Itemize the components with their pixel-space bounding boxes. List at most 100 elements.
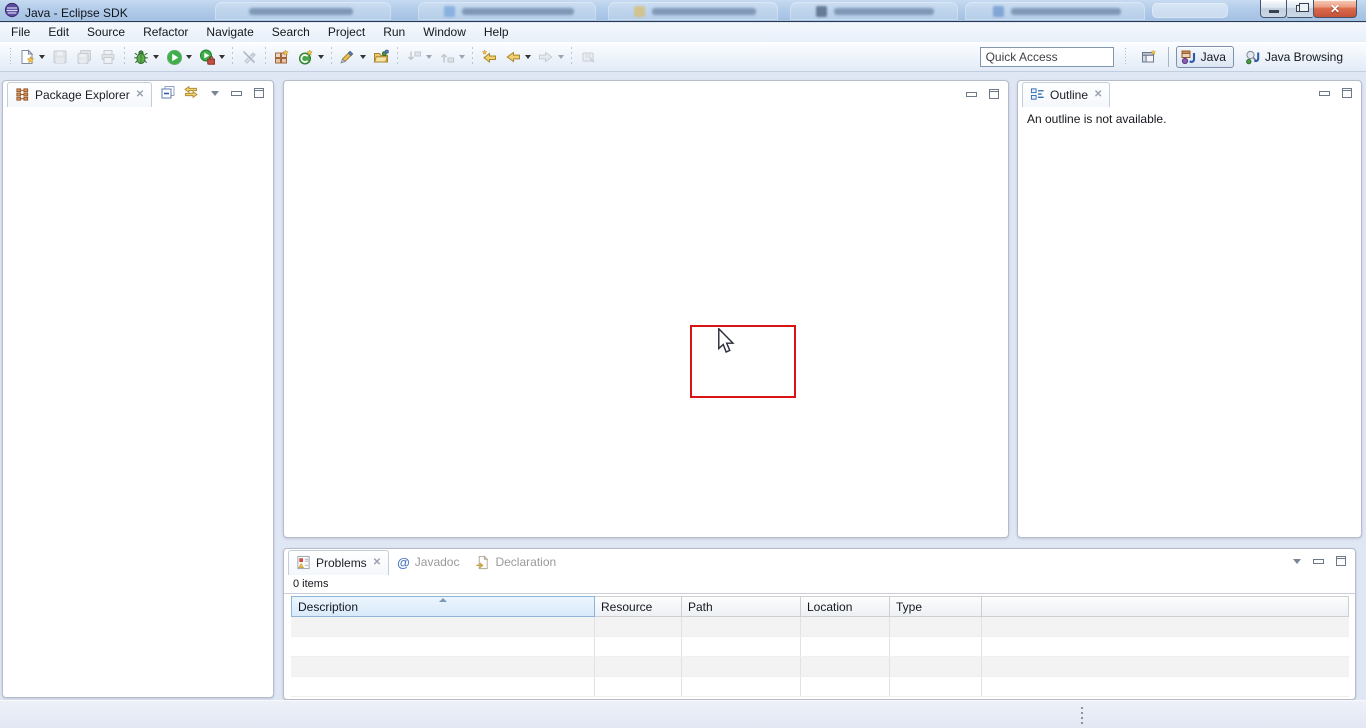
next-annotation-icon <box>406 49 422 65</box>
minimize-editor-icon[interactable] <box>966 92 977 97</box>
quick-access-input[interactable] <box>980 47 1114 67</box>
print-button[interactable] <box>96 45 120 69</box>
column-header-location[interactable]: Location <box>801 596 890 617</box>
external-tools-dropdown[interactable] <box>219 55 225 59</box>
declaration-icon <box>475 555 490 570</box>
problems-view: Problems ✕ @ Javadoc Declaration <box>283 548 1356 700</box>
link-with-editor-button[interactable] <box>183 84 199 105</box>
background-browser-tab <box>965 2 1145 20</box>
main-toolbar: Java Java Browsing <box>0 42 1366 72</box>
debug-dropdown[interactable] <box>153 55 159 59</box>
restore-button[interactable] <box>1287 0 1313 18</box>
open-type-button[interactable] <box>369 45 393 69</box>
save-all-button[interactable] <box>72 45 96 69</box>
next-annotation-dropdown[interactable] <box>426 55 432 59</box>
column-header-description[interactable]: Description <box>291 596 595 617</box>
view-menu-icon[interactable] <box>1293 559 1301 564</box>
menu-help[interactable]: Help <box>475 23 518 42</box>
package-explorer-header: Package Explorer ✕ <box>3 81 273 107</box>
eclipse-window: Java - Eclipse SDK ✕ File Edit Source Re… <box>0 0 1366 728</box>
menu-edit[interactable]: Edit <box>39 23 78 42</box>
forward-dropdown[interactable] <box>558 55 564 59</box>
package-explorer-icon <box>15 87 30 102</box>
previous-annotation-button[interactable] <box>435 45 459 69</box>
perspective-java-label: Java <box>1201 50 1226 64</box>
status-bar-grip[interactable] <box>1081 707 1084 725</box>
external-tools-button[interactable] <box>195 45 219 69</box>
menu-file[interactable]: File <box>2 23 39 42</box>
search-dropdown[interactable] <box>360 55 366 59</box>
new-java-project-button[interactable] <box>270 45 294 69</box>
perspective-java-button[interactable]: Java <box>1176 46 1234 68</box>
run-dropdown[interactable] <box>186 55 192 59</box>
maximize-view-icon[interactable] <box>1336 556 1346 566</box>
tab-close-icon[interactable]: ✕ <box>136 90 144 100</box>
toolbar-separator <box>471 47 474 67</box>
minimize-view-icon[interactable] <box>1313 559 1324 564</box>
tab-outline[interactable]: Outline ✕ <box>1022 82 1110 107</box>
new-java-class-button[interactable] <box>294 45 318 69</box>
menu-navigate[interactable]: Navigate <box>197 23 262 42</box>
new-java-class-dropdown[interactable] <box>318 55 324 59</box>
java-perspective-icon <box>1181 49 1197 65</box>
previous-annotation-dropdown[interactable] <box>459 55 465 59</box>
toolbar-grip <box>9 48 12 66</box>
status-bar <box>0 700 1366 728</box>
editor-area[interactable] <box>283 80 1009 538</box>
column-header-resource[interactable]: Resource <box>595 596 682 617</box>
maximize-editor-icon[interactable] <box>989 89 999 99</box>
menu-source[interactable]: Source <box>78 23 134 42</box>
close-icon: ✕ <box>1330 3 1340 15</box>
tab-close-icon[interactable]: ✕ <box>373 558 381 568</box>
maximize-view-icon[interactable] <box>1342 88 1352 98</box>
debug-button[interactable] <box>129 45 153 69</box>
next-annotation-button[interactable] <box>402 45 426 69</box>
save-button[interactable] <box>48 45 72 69</box>
sort-ascending-icon <box>439 598 447 602</box>
menu-project[interactable]: Project <box>319 23 374 42</box>
collapse-all-button[interactable] <box>160 84 176 105</box>
menu-window[interactable]: Window <box>414 23 475 42</box>
last-edit-location-button[interactable] <box>477 45 501 69</box>
pin-editor-button[interactable] <box>576 45 600 69</box>
search-icon <box>340 49 356 65</box>
tab-outline-label: Outline <box>1050 88 1088 102</box>
open-perspective-icon <box>1141 49 1157 65</box>
search-button[interactable] <box>336 45 360 69</box>
menu-refactor[interactable]: Refactor <box>134 23 197 42</box>
table-row <box>291 677 1349 697</box>
back-button[interactable] <box>501 45 525 69</box>
minimize-view-icon[interactable] <box>1319 91 1330 96</box>
toolbar-separator <box>570 47 573 67</box>
menu-search[interactable]: Search <box>263 23 319 42</box>
tab-package-explorer[interactable]: Package Explorer ✕ <box>7 82 152 107</box>
back-dropdown[interactable] <box>525 55 531 59</box>
background-browser-tab <box>1152 3 1228 18</box>
column-header-type[interactable]: Type <box>890 596 982 617</box>
package-explorer-content[interactable] <box>3 107 273 697</box>
perspective-java-browsing-button[interactable]: Java Browsing <box>1241 47 1350 67</box>
open-perspective-button[interactable] <box>1137 45 1161 69</box>
new-wizard-dropdown[interactable] <box>39 55 45 59</box>
toolbar-separator <box>396 47 399 67</box>
tab-problems[interactable]: Problems ✕ <box>288 550 389 575</box>
new-wizard-button[interactable] <box>15 45 39 69</box>
outline-message: An outline is not available. <box>1018 107 1361 126</box>
debug-icon <box>133 49 149 65</box>
toggle-mark-occurrences-button[interactable] <box>237 45 261 69</box>
minimize-view-icon[interactable] <box>231 91 242 96</box>
collapse-all-icon <box>160 84 176 100</box>
minimize-button[interactable] <box>1260 0 1287 18</box>
close-button[interactable]: ✕ <box>1313 0 1357 18</box>
view-menu-icon[interactable] <box>211 91 219 96</box>
tab-javadoc[interactable]: @ Javadoc <box>389 550 467 575</box>
pin-editor-icon <box>580 49 596 65</box>
column-header-path[interactable]: Path <box>682 596 801 617</box>
tab-declaration[interactable]: Declaration <box>467 550 564 575</box>
tab-close-icon[interactable]: ✕ <box>1094 90 1102 100</box>
menu-run[interactable]: Run <box>374 23 414 42</box>
maximize-view-icon[interactable] <box>254 88 264 98</box>
run-button[interactable] <box>162 45 186 69</box>
forward-button[interactable] <box>534 45 558 69</box>
link-with-editor-icon <box>183 84 199 100</box>
